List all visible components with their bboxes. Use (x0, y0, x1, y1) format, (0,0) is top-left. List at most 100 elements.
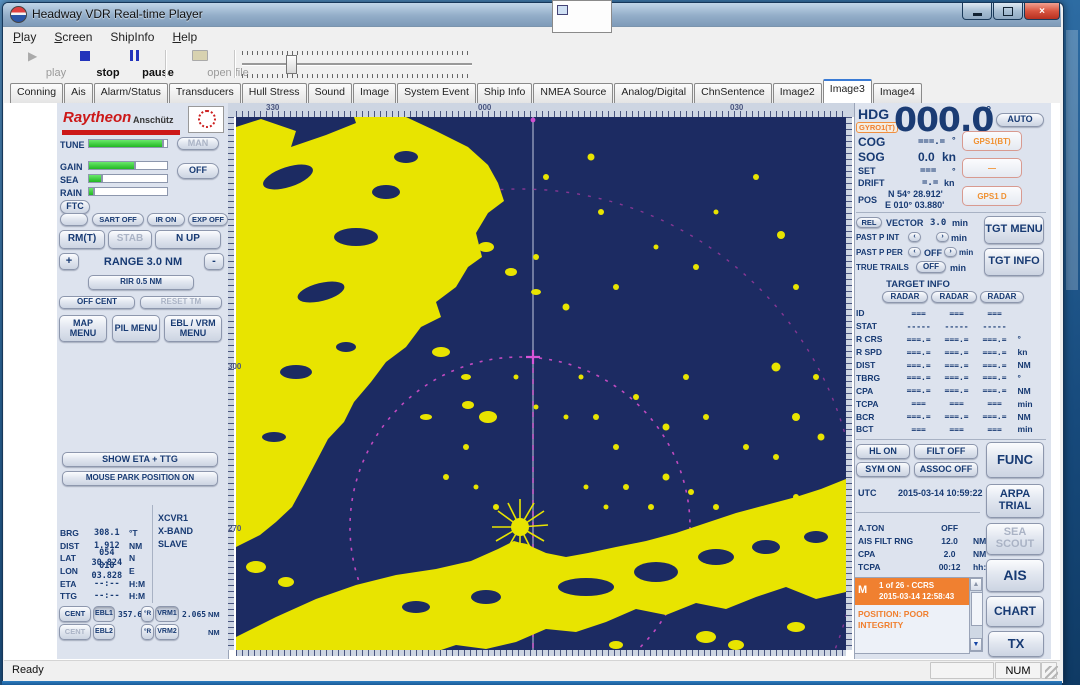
tab-chnsentence[interactable]: ChnSentence (694, 83, 772, 103)
tab-system-event[interactable]: System Event (397, 83, 476, 103)
scroll-down-icon[interactable]: ▼ (970, 638, 982, 651)
exp-off-button[interactable]: EXP OFF (188, 213, 228, 226)
sea-scout-button[interactable]: SEA SCOUT (986, 523, 1044, 555)
play-button[interactable]: ▶ play (10, 47, 56, 81)
menu-screen[interactable]: Screen (45, 28, 101, 46)
close-button[interactable]: × (1024, 3, 1060, 20)
reset-tm-button[interactable]: RESET TM (140, 296, 222, 309)
ebl2-button[interactable]: EBL2 (93, 624, 115, 640)
vrm1-button[interactable]: VRM1 (155, 606, 179, 622)
menu-shipinfo[interactable]: ShipInfo (101, 28, 163, 46)
gps1-bt-button[interactable]: GPS1(BT) (962, 131, 1022, 151)
maximize-button[interactable] (993, 3, 1023, 20)
tab-analog-digital[interactable]: Analog/Digital (614, 83, 693, 103)
sym-on-button[interactable]: SYM ON (856, 462, 910, 477)
blank-filter-button[interactable] (60, 213, 88, 226)
radar-source-button-3[interactable]: RADAR (980, 291, 1024, 303)
tab-image2[interactable]: Image2 (773, 83, 822, 103)
north-up-button[interactable]: N UP (155, 230, 221, 249)
tab-sound[interactable]: Sound (308, 83, 352, 103)
pause-button[interactable]: pause (112, 47, 158, 81)
resize-grip[interactable] (1045, 666, 1058, 679)
range-plus-button[interactable]: + (59, 253, 79, 270)
table-row: TBRG===.====.====.=° (856, 371, 1046, 384)
status-bar: Ready (4, 660, 1060, 681)
mouse-park-button[interactable]: MOUSE PARK POSITION ON (62, 471, 218, 486)
gain-slider[interactable] (88, 161, 168, 170)
tab-hull-stress[interactable]: Hull Stress (242, 83, 307, 103)
ftc-button[interactable]: FTC (60, 200, 90, 214)
assoc-off-button[interactable]: ASSOC OFF (914, 462, 978, 477)
radar-ppi[interactable] (236, 117, 846, 650)
arpa-trial-button[interactable]: ARPA TRIAL (986, 484, 1044, 518)
ebl1-button[interactable]: EBL1 (93, 606, 115, 622)
tab-image[interactable]: Image (353, 83, 396, 103)
tab-conning[interactable]: Conning (10, 83, 63, 103)
timeline-slider-track[interactable] (242, 63, 472, 66)
past-int-spin-right[interactable]: › (936, 232, 949, 242)
vrm2-button[interactable]: VRM2 (155, 624, 179, 640)
filt-off-button[interactable]: FILT OFF (914, 444, 978, 459)
scroll-up-icon[interactable]: ▲ (970, 578, 982, 591)
off-cent-button[interactable]: OFF CENT (59, 296, 135, 309)
minimize-button[interactable] (962, 3, 992, 20)
off-button[interactable]: OFF (177, 163, 219, 179)
alarm-list[interactable]: M 1 of 26 - CCRS 2015-03-14 12:58:43 POS… (854, 577, 970, 654)
radar-source-button-2[interactable]: RADAR (931, 291, 977, 303)
stab-button[interactable]: STAB (108, 230, 152, 249)
scrollbar-thumb[interactable] (971, 592, 983, 626)
chart-button[interactable]: CHART (986, 596, 1044, 627)
gps-mid-button[interactable]: — (962, 158, 1022, 178)
tab-ais[interactable]: Ais (64, 83, 93, 103)
auto-button[interactable]: AUTO (996, 113, 1044, 127)
hl-on-button[interactable]: HL ON (856, 444, 910, 459)
sart-off-button[interactable]: SART OFF (92, 213, 144, 226)
alarm-scrollbar[interactable]: ▲ ▼ (969, 577, 983, 652)
sea-slider[interactable] (88, 174, 168, 183)
tab-alarm-status[interactable]: Alarm/Status (94, 83, 168, 103)
tgt-menu-button[interactable]: TGT MENU (984, 216, 1044, 244)
status-ready: Ready (12, 664, 44, 676)
open-file-button[interactable]: open file (172, 47, 228, 81)
tab-transducers[interactable]: Transducers (169, 83, 241, 103)
range-minus-button[interactable]: - (204, 253, 224, 270)
past-per-spin-left[interactable]: ‹ (908, 247, 921, 257)
hdg-degree: ° (986, 103, 991, 118)
rir-button[interactable]: RIR 0.5 NM (88, 275, 194, 290)
show-eta-ttg-button[interactable]: SHOW ETA + TTG (62, 452, 218, 467)
menu-play[interactable]: Play (4, 28, 45, 46)
tab-image3[interactable]: Image3 (823, 79, 872, 103)
tx-button[interactable]: TX (988, 631, 1044, 657)
cent1-button[interactable]: CENT (59, 606, 91, 622)
map-menu-button[interactable]: MAP MENU (59, 315, 107, 342)
gps1-d-button[interactable]: GPS1 D (962, 186, 1022, 206)
rel-vector-button[interactable]: REL (856, 217, 882, 228)
past-per-spin-right[interactable]: › (944, 247, 957, 257)
ir-on-button[interactable]: IR ON (147, 213, 185, 226)
ais-button[interactable]: AIS (986, 559, 1044, 592)
man-button[interactable]: MAN (177, 137, 219, 150)
nav-row: TTG--:--H:M (60, 590, 152, 603)
tab-ship-info[interactable]: Ship Info (477, 83, 532, 103)
ebl1-deg-button[interactable]: °R (141, 606, 154, 622)
rain-slider[interactable] (88, 187, 168, 196)
tune-slider[interactable] (88, 139, 168, 148)
stop-button[interactable]: stop (62, 47, 108, 81)
radar-source-button-1[interactable]: RADAR (882, 291, 928, 303)
pil-menu-button[interactable]: PIL MENU (112, 315, 160, 342)
set-value: === (920, 166, 936, 176)
timeline-slider-thumb[interactable] (286, 55, 297, 74)
close-icon: × (1039, 6, 1045, 17)
brand-bar (62, 130, 180, 135)
rm-button[interactable]: RM(T) (59, 230, 105, 249)
menu-help[interactable]: Help (163, 28, 206, 46)
true-trails-off-button[interactable]: OFF (916, 261, 946, 273)
tab-nmea-source[interactable]: NMEA Source (533, 83, 613, 103)
ebl2-deg-button[interactable]: °R (141, 624, 154, 640)
tgt-info-button[interactable]: TGT INFO (984, 248, 1044, 276)
past-int-spin-left[interactable]: ‹ (908, 232, 921, 242)
ebl-vrm-menu-button[interactable]: EBL / VRM MENU (164, 315, 222, 342)
nav-row: LON010 03.828E (60, 565, 152, 578)
cent2-button[interactable]: CENT (59, 624, 91, 640)
func-button[interactable]: FUNC (986, 442, 1044, 478)
